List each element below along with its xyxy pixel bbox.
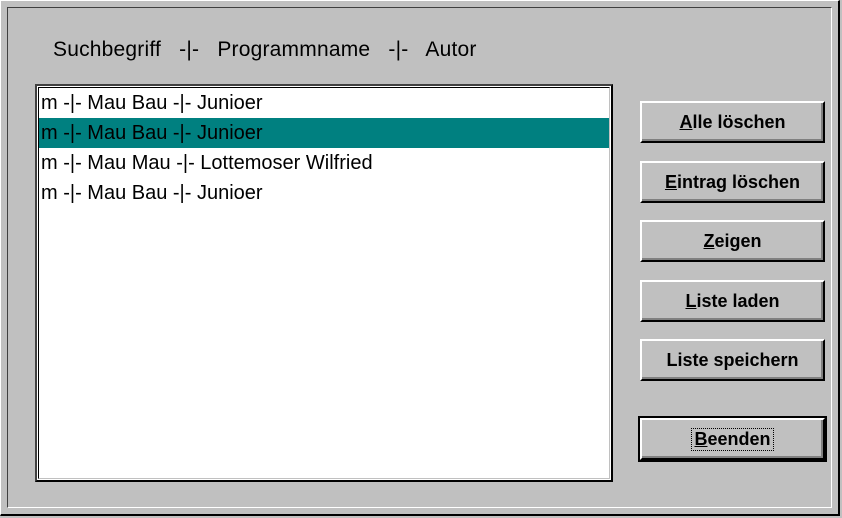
header-separator: -|- [388,38,409,61]
clear-all-button[interactable]: Alle löschen [640,101,825,143]
header-separator: -|- [179,38,200,61]
listbox-content: m -|- Mau Bau -|- Junioer m -|- Mau Bau … [38,87,610,479]
list-item-selected[interactable]: m -|- Mau Bau -|- Junioer [39,118,609,148]
header-author: Autor [425,38,477,61]
delete-entry-button[interactable]: Eintrag löschen [640,161,825,203]
list-item[interactable]: m -|- Mau Bau -|- Junioer [39,178,609,208]
list-column-header: Suchbegriff -|- Programmname -|- Autor [53,38,477,62]
button-label: Liste laden [685,290,780,311]
load-list-button[interactable]: Liste laden [640,280,825,322]
button-label: Beenden [691,427,774,451]
entries-listbox[interactable]: m -|- Mau Bau -|- Junioer m -|- Mau Bau … [35,84,613,482]
list-item[interactable]: m -|- Mau Bau -|- Junioer [39,88,609,118]
show-button[interactable]: Zeigen [640,220,825,262]
button-label: Eintrag löschen [664,171,801,192]
save-list-button[interactable]: Liste speichern [640,339,825,381]
exit-button[interactable]: Beenden [638,416,827,462]
list-item[interactable]: m -|- Mau Mau -|- Lottemoser Wilfried [39,148,609,178]
button-label: Zeigen [703,230,762,251]
button-label: Alle löschen [679,111,786,132]
button-label: Liste speichern [666,349,799,370]
header-search-term: Suchbegriff [53,38,162,61]
header-program-name: Programmname [217,38,371,61]
